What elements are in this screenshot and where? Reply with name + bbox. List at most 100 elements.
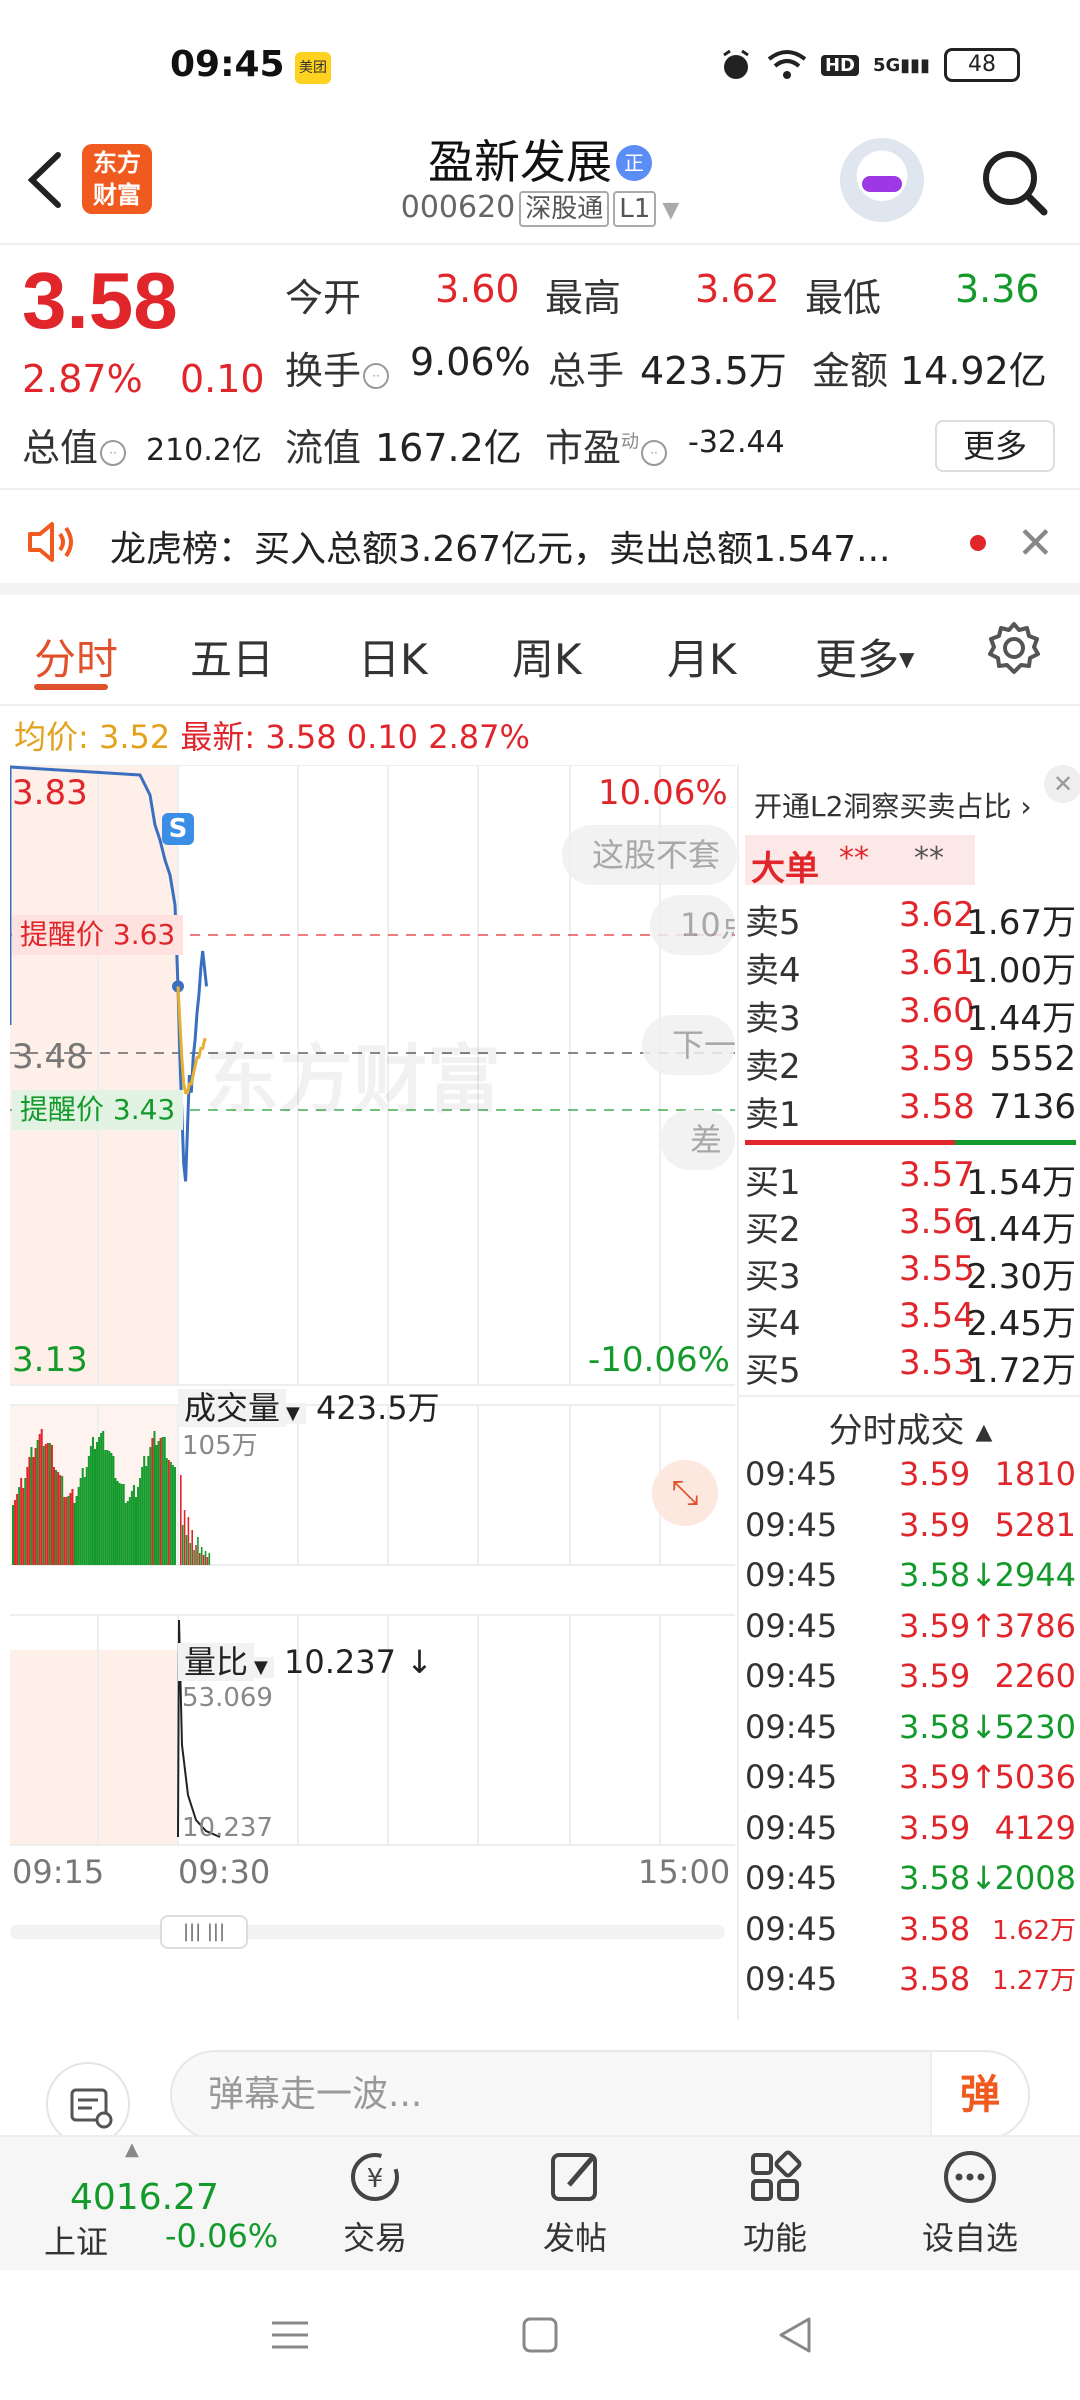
trade-price: 3.59↑ — [899, 1606, 998, 1645]
home-icon[interactable] — [520, 2315, 560, 2355]
ask-level: 卖5 — [745, 903, 801, 943]
close-icon[interactable]: ✕ — [1017, 518, 1054, 569]
robot-assistant-icon[interactable] — [840, 138, 924, 222]
trade-volume: 2008 — [994, 1859, 1076, 1897]
news-ticker[interactable]: 龙虎榜：买入总额3.267亿元，卖出总额1.547... ✕ — [0, 490, 1080, 595]
volume-bar — [181, 1525, 184, 1565]
ratio-header[interactable]: 量比 ▼ 10.237 ↓ — [178, 1637, 433, 1683]
ask-row[interactable]: 卖3 3.60 1.44万 — [739, 991, 1080, 1039]
bid-row[interactable]: 买1 3.57 1.54万 — [739, 1155, 1080, 1203]
info-icon[interactable]: ·· — [641, 440, 668, 466]
volume-bar — [185, 1535, 188, 1565]
search-icon[interactable] — [980, 148, 1050, 218]
trade-time: 09:45 — [745, 1657, 838, 1695]
expand-icon[interactable]: ⤡ — [652, 1460, 718, 1526]
volume-label: 总手 — [548, 349, 625, 393]
tab-daily-k[interactable]: 日K — [358, 626, 428, 687]
info-icon[interactable]: ·· — [100, 440, 127, 466]
trade-time: 09:45 — [745, 1909, 838, 1948]
nav-post-label: 发帖 — [542, 2219, 607, 2257]
hint-pill[interactable]: 差 — [660, 1110, 735, 1170]
more-button[interactable]: 更多 — [935, 420, 1055, 472]
unread-dot — [970, 535, 986, 551]
big-order-label: 大单 — [751, 849, 819, 889]
alert-low-tag[interactable]: 提醒价 3.43 — [12, 1090, 184, 1130]
bid-level: 买3 — [745, 1257, 801, 1297]
volume-bar — [135, 1497, 137, 1565]
bid-row[interactable]: 买4 3.54 2.45万 — [739, 1296, 1080, 1344]
tab-five-day[interactable]: 五日 — [190, 626, 274, 687]
back-icon[interactable] — [775, 2315, 815, 2355]
nav-functions-label: 功能 — [742, 2219, 807, 2257]
index-name: 上证 — [44, 2223, 109, 2261]
hint-pill[interactable]: 下一 — [642, 1015, 735, 1075]
ask-row[interactable]: 卖4 3.61 1.00万 — [739, 943, 1080, 991]
index-change: -0.06% — [165, 2217, 279, 2255]
speaker-icon — [28, 522, 73, 562]
volume-bar — [36, 1440, 39, 1565]
l2-promo[interactable]: 开通L2洞察买卖占比 › — [754, 785, 1032, 825]
nav-add-watchlist[interactable]: 设自选 — [890, 2147, 1050, 2259]
trade-time: 09:45 — [745, 1556, 838, 1594]
battery-icon: 48 — [944, 48, 1020, 82]
intraday-chart[interactable]: 3.83 10.06% 3.48 3.13 -10.06% 提醒价 3.63 提… — [10, 765, 737, 1985]
level-tag: L1 — [613, 191, 657, 227]
s-badge[interactable]: S — [162, 813, 194, 845]
alert-high-tag[interactable]: 提醒价 3.63 — [12, 915, 184, 955]
high-value: 3.62 — [695, 267, 780, 311]
float-label: 流值 — [285, 426, 362, 470]
volume-bar — [100, 1433, 103, 1565]
volume-bar — [108, 1451, 111, 1565]
more-dots-icon — [944, 2151, 996, 2203]
tab-monthly-k[interactable]: 月K — [667, 626, 737, 687]
nav-post[interactable]: 发帖 — [495, 2147, 655, 2259]
ask-level: 卖4 — [745, 951, 801, 991]
volume-header[interactable]: 成交量 ▼ 423.5万 — [178, 1383, 440, 1429]
volume-bar — [81, 1468, 84, 1565]
high-label: 最高 — [545, 276, 622, 320]
ask-row[interactable]: 卖1 3.58 7136 — [739, 1087, 1080, 1135]
volume-bar — [24, 1478, 27, 1565]
info-icon[interactable]: ·· — [363, 363, 390, 389]
danmu-input[interactable]: 弹幕走一波... — [170, 2050, 1030, 2140]
trade-row: 09:45 3.58↓ 2008 — [739, 1859, 1080, 1909]
volume-bar — [55, 1470, 58, 1565]
tab-intraday[interactable]: 分时 — [34, 626, 118, 687]
close-icon[interactable]: ✕ — [1044, 765, 1080, 803]
big-order-val1: ** — [839, 841, 869, 876]
trade-price: 3.58↓ — [899, 1707, 998, 1746]
volume-bar — [65, 1497, 68, 1565]
volume-bar — [208, 1553, 211, 1565]
hint-pill[interactable]: 10点 — [650, 895, 735, 955]
hint-pill[interactable]: 这股不套 — [562, 825, 737, 885]
gear-icon[interactable] — [986, 620, 1042, 676]
signal-icon: 5G▮▮▮ — [872, 54, 930, 76]
ask-ratio-bar — [745, 1140, 955, 1145]
tab-weekly-k[interactable]: 周K — [512, 626, 582, 687]
ask-row[interactable]: 卖2 3.59 5552 — [739, 1039, 1080, 1087]
trade-price: 3.58↓ — [899, 1859, 998, 1897]
bid-row[interactable]: 买5 3.53 1.72万 — [739, 1343, 1080, 1391]
latest-change: 0.10 — [346, 718, 419, 756]
volume-bar — [102, 1431, 105, 1565]
volume-bar — [126, 1501, 129, 1565]
trade-price: 3.59 — [899, 1505, 971, 1544]
nav-functions[interactable]: 功能 — [695, 2147, 855, 2259]
tab-more[interactable]: 更多▼ — [815, 626, 914, 687]
volume-bar — [195, 1545, 197, 1565]
nav-trade[interactable]: ¥ 交易 — [295, 2147, 455, 2259]
danmu-toggle-button[interactable]: 弹 — [930, 2050, 1030, 2140]
mktcap-label-text: 总值 — [22, 426, 99, 470]
scroll-handle[interactable]: ||| ||| — [160, 1915, 248, 1949]
danmu-settings-icon[interactable] — [46, 2062, 130, 2146]
volume-bar — [120, 1484, 123, 1565]
bid-row[interactable]: 买3 3.55 2.30万 — [739, 1249, 1080, 1297]
bid-row[interactable]: 买2 3.56 1.44万 — [739, 1202, 1080, 1250]
volume-bar — [26, 1467, 29, 1565]
bid-level: 买5 — [745, 1351, 801, 1391]
quote-panel: 3.58 2.87% 0.10 今开 3.60 最高 3.62 最低 3.36 … — [0, 245, 1080, 490]
volume-bar — [73, 1503, 76, 1565]
trades-title[interactable]: 分时成交 ▴ — [739, 1403, 1080, 1452]
menu-icon[interactable] — [270, 2315, 310, 2355]
ask-row[interactable]: 卖5 3.62 1.67万 — [739, 895, 1080, 943]
